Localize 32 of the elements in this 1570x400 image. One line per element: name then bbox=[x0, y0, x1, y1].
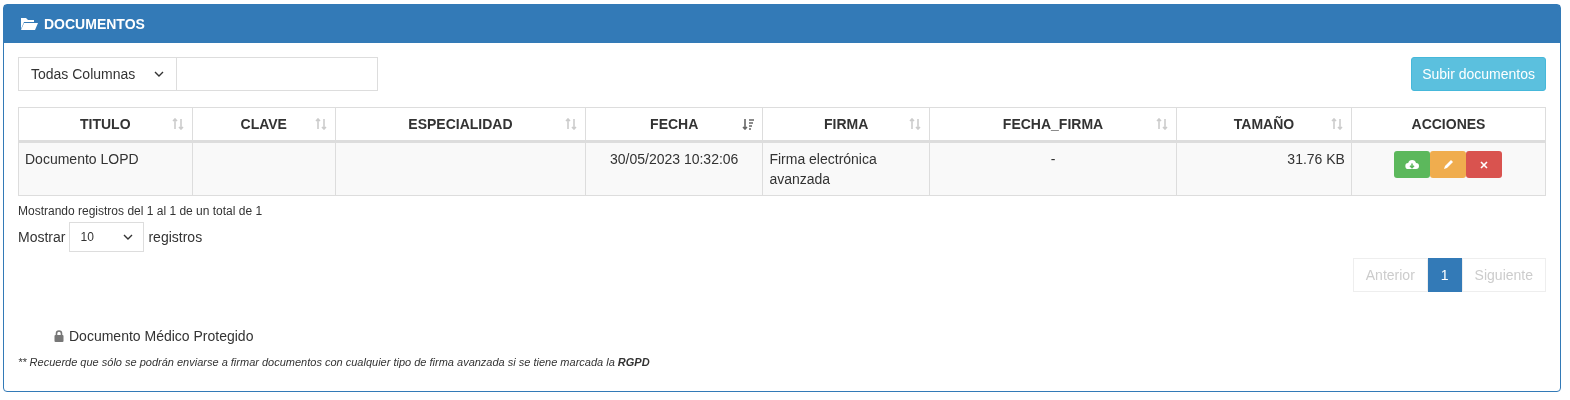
table-cell: 31.76 KB bbox=[1176, 141, 1352, 196]
page-size-select[interactable]: 10 bbox=[69, 222, 145, 252]
chevron-down-icon bbox=[154, 71, 164, 77]
download-button[interactable] bbox=[1394, 151, 1431, 178]
delete-button[interactable] bbox=[1466, 151, 1503, 178]
footnote: ** Recuerde que sólo se podrán enviarse a firmar documentos con cualquier tipo de firma avanzada si se tiene marcada la RGPD bbox=[18, 356, 651, 368]
chevron-down-icon bbox=[123, 234, 134, 240]
table-cell: - bbox=[929, 141, 1177, 196]
sort-icon bbox=[909, 118, 921, 130]
sort-icon bbox=[1330, 118, 1343, 130]
sort-icon bbox=[171, 118, 184, 130]
lock-icon bbox=[54, 330, 64, 342]
show-label: Mostrar bbox=[18, 229, 66, 245]
sort-descending-icon bbox=[742, 118, 755, 130]
protected-label: Documento Médico Protegido bbox=[69, 328, 254, 344]
table-cell: Documento LOPD bbox=[18, 141, 193, 196]
sort-icon bbox=[314, 118, 327, 130]
page-button[interactable]: 1 bbox=[1427, 258, 1462, 292]
folder-icon bbox=[20, 17, 38, 31]
close-icon bbox=[1479, 159, 1490, 170]
table-cell: Firma electrónica avanzada bbox=[762, 141, 930, 196]
edit-button[interactable] bbox=[1430, 151, 1467, 178]
table-cell: 30/05/2023 10:32:06 bbox=[585, 141, 763, 196]
sort-icon bbox=[1156, 118, 1169, 130]
cloud-download-icon bbox=[1405, 158, 1420, 171]
records-label: registros bbox=[148, 229, 203, 245]
pencil-icon bbox=[1442, 158, 1455, 171]
search-field[interactable] bbox=[177, 57, 378, 91]
panel-title: DOCUMENTOS bbox=[44, 16, 145, 32]
sort-icon bbox=[565, 118, 577, 130]
column-select[interactable]: Todas Columnas bbox=[18, 57, 177, 91]
records-info: Mostrando registros del 1 al 1 de un total de 1 bbox=[18, 204, 264, 218]
